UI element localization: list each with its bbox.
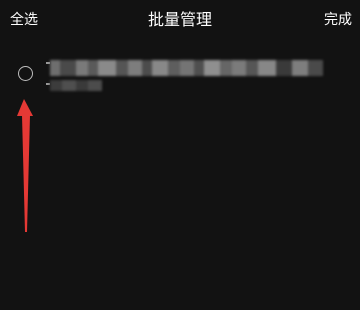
red-arrow-annotation-icon	[17, 99, 33, 232]
batch-manage-screen: 全选 批量管理 完成	[0, 0, 360, 310]
